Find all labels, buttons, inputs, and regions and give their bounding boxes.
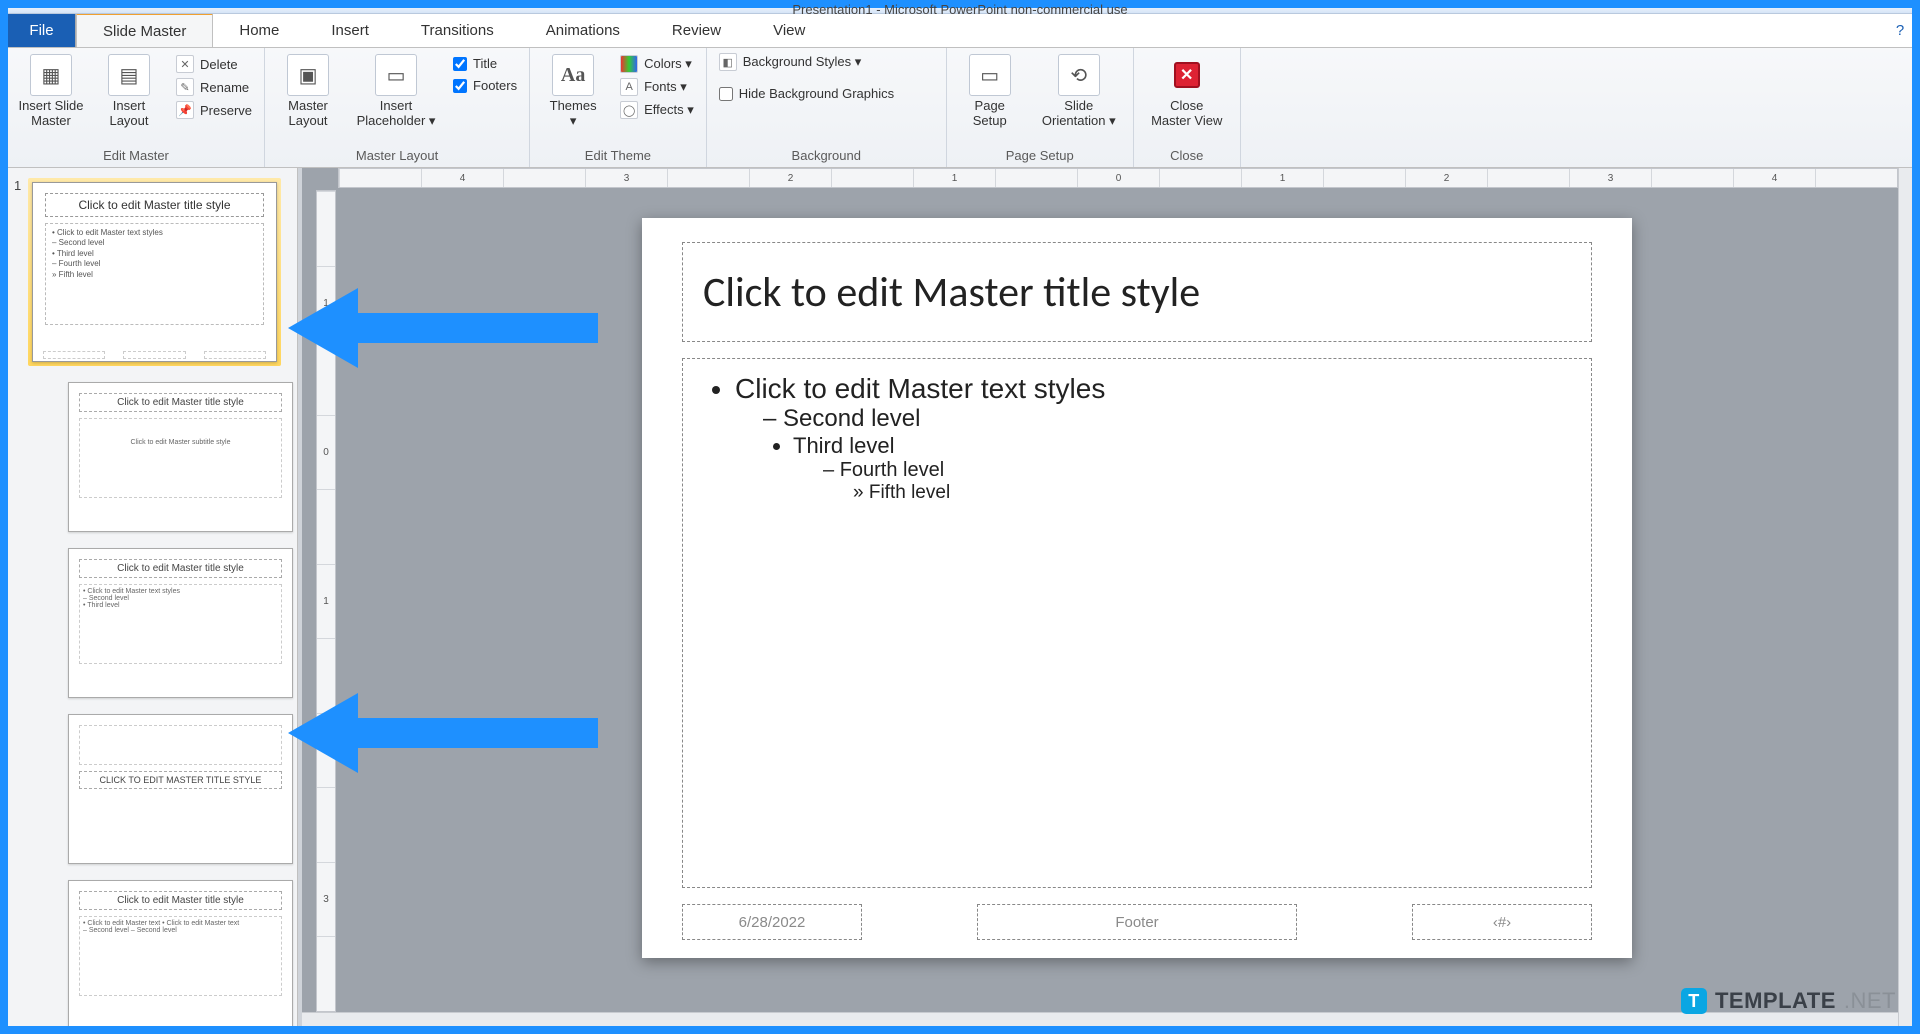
group-label: Edit Master (16, 146, 256, 167)
effects-button[interactable]: ◯Effects ▾ (616, 100, 698, 120)
page-setup-button[interactable]: ▭ Page Setup (955, 52, 1025, 129)
layout-thumbnails: Click to edit Master title style Click t… (68, 382, 293, 1026)
insert-slide-master-button[interactable]: ▦ Insert Slide Master (16, 52, 86, 129)
layout-thumbnail[interactable]: CLICK TO EDIT MASTER TITLE STYLE (68, 714, 293, 864)
tab-slide-master[interactable]: Slide Master (76, 13, 213, 47)
slide-number-placeholder[interactable]: ‹#› (1412, 904, 1592, 940)
layout-thumbnail[interactable]: Click to edit Master title style • Click… (68, 880, 293, 1026)
body-level-5: Fifth level (853, 482, 1567, 504)
bg-styles-icon: ◧ (719, 53, 737, 71)
delete-button[interactable]: ✕Delete (172, 54, 256, 74)
group-close: ✕ Close Master View Close (1134, 48, 1241, 167)
colors-icon (620, 55, 638, 73)
slide-orientation-button[interactable]: ⟲ Slide Orientation ▾ (1033, 52, 1125, 129)
tab-file[interactable]: File (8, 14, 76, 47)
tab-view[interactable]: View (747, 14, 831, 47)
group-label: Edit Theme (538, 146, 698, 167)
ribbon-tabs: File Slide Master Home Insert Transition… (8, 14, 1912, 48)
ribbon: ▦ Insert Slide Master ▤ Insert Layout ✕D… (8, 48, 1912, 168)
layout-icon: ▤ (108, 54, 150, 96)
themes-icon: Aa (552, 54, 594, 96)
window-title: Presentation1 - Microsoft PowerPoint non… (792, 2, 1127, 17)
orientation-icon: ⟲ (1058, 54, 1100, 96)
body-placeholder[interactable]: Click to edit Master text styles Second … (682, 358, 1592, 888)
group-edit-theme: Aa Themes ▾ Colors ▾ AFonts ▾ ◯Effects ▾… (530, 48, 707, 167)
themes-button[interactable]: Aa Themes ▾ (538, 52, 608, 129)
footers-checkbox[interactable]: Footers (449, 76, 521, 95)
annotation-arrow (288, 688, 598, 778)
body-level-2: Second level (763, 405, 1567, 433)
effects-icon: ◯ (620, 101, 638, 119)
hide-bg-checkbox[interactable]: Hide Background Graphics (715, 84, 898, 103)
group-label: Page Setup (955, 146, 1125, 167)
thumb-number: 1 (14, 178, 21, 193)
group-edit-master: ▦ Insert Slide Master ▤ Insert Layout ✕D… (8, 48, 265, 167)
fonts-icon: A (620, 78, 638, 96)
tab-insert[interactable]: Insert (305, 14, 395, 47)
group-background: ◧Background Styles ▾ Hide Background Gra… (707, 48, 947, 167)
footer-placeholder[interactable]: Footer (977, 904, 1297, 940)
thumbnail-pane[interactable]: 1 Click to edit Master title style • Cli… (8, 168, 298, 1026)
layout-thumbnail[interactable]: Click to edit Master title style • Click… (68, 548, 293, 698)
window-titlebar: Presentation1 - Microsoft PowerPoint non… (8, 8, 1912, 14)
watermark-suffix: .NET (1844, 988, 1896, 1014)
title-placeholder[interactable]: Click to edit Master title style (682, 242, 1592, 342)
rename-icon: ✎ (176, 78, 194, 96)
page-setup-icon: ▭ (969, 54, 1011, 96)
title-checkbox[interactable]: Title (449, 54, 521, 73)
group-page-setup: ▭ Page Setup ⟲ Slide Orientation ▾ Page … (947, 48, 1134, 167)
preserve-button[interactable]: 📌Preserve (172, 100, 256, 120)
watermark-brand: TEMPLATE (1715, 988, 1836, 1014)
thumb-title: Click to edit Master title style (45, 193, 264, 217)
tab-home[interactable]: Home (213, 14, 305, 47)
layout-thumbnail[interactable]: Click to edit Master title style Click t… (68, 382, 293, 532)
tab-animations[interactable]: Animations (520, 14, 646, 47)
slide-master-icon: ▦ (30, 54, 72, 96)
thumb-body: • Click to edit Master text styles – Sec… (45, 223, 264, 325)
vertical-scrollbar[interactable] (1898, 168, 1912, 1026)
watermark: T TEMPLATE .NET (1681, 988, 1896, 1014)
watermark-badge-icon: T (1681, 988, 1707, 1014)
annotation-arrow (288, 283, 598, 373)
master-layout-button[interactable]: ▣ Master Layout (273, 52, 343, 129)
master-layout-icon: ▣ (287, 54, 329, 96)
horizontal-scrollbar[interactable] (302, 1012, 1898, 1026)
insert-placeholder-button[interactable]: ▭ Insert Placeholder ▾ (351, 52, 441, 129)
tab-transitions[interactable]: Transitions (395, 14, 520, 47)
horizontal-ruler[interactable]: 4 3 2 1 0 1 2 3 4 (338, 168, 1898, 188)
tab-review[interactable]: Review (646, 14, 747, 47)
title-text: Click to edit Master title style (703, 267, 1200, 318)
insert-layout-button[interactable]: ▤ Insert Layout (94, 52, 164, 129)
rename-button[interactable]: ✎Rename (172, 77, 256, 97)
group-label: Background (715, 146, 938, 167)
group-master-layout: ▣ Master Layout ▭ Insert Placeholder ▾ T… (265, 48, 530, 167)
background-styles-button[interactable]: ◧Background Styles ▾ (715, 52, 866, 72)
body-level-1: Click to edit Master text styles (735, 373, 1567, 405)
fonts-button[interactable]: AFonts ▾ (616, 77, 698, 97)
close-master-view-button[interactable]: ✕ Close Master View (1142, 52, 1232, 129)
date-placeholder[interactable]: 6/28/2022 (682, 904, 862, 940)
group-label: Close (1142, 146, 1232, 167)
colors-button[interactable]: Colors ▾ (616, 54, 698, 74)
slide-canvas[interactable]: Click to edit Master title style Click t… (642, 218, 1632, 958)
close-icon: ✕ (1166, 54, 1208, 96)
help-icon[interactable]: ? (1888, 14, 1912, 47)
body-level-3: Third level (793, 433, 1567, 459)
placeholder-icon: ▭ (375, 54, 417, 96)
group-label: Master Layout (273, 146, 521, 167)
delete-icon: ✕ (176, 55, 194, 73)
body-level-4: Fourth level (823, 459, 1567, 482)
preserve-icon: 📌 (176, 101, 194, 119)
slide-master-thumbnail[interactable]: 1 Click to edit Master title style • Cli… (28, 178, 281, 366)
